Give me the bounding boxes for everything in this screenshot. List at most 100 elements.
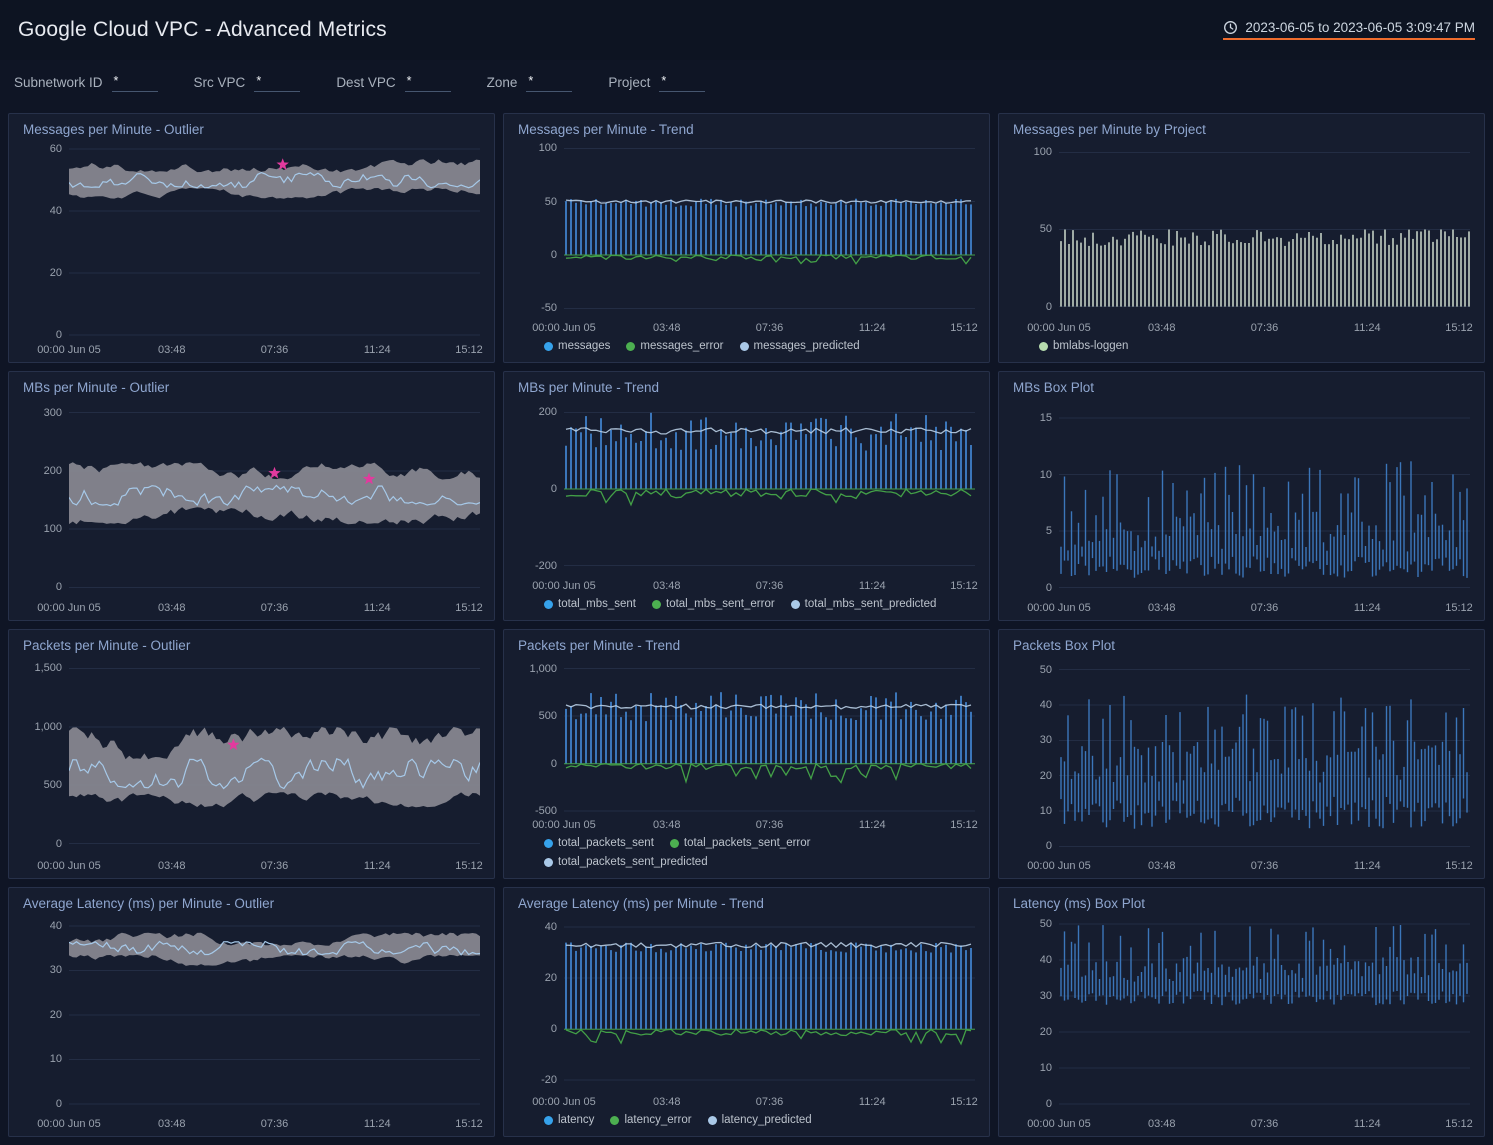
time-range-label: 2023-06-05 to 2023-06-05 3:09:47 PM (1245, 20, 1475, 35)
y-tick-label: 500 (44, 779, 62, 791)
panel-title[interactable]: Packets per Minute - Outlier (23, 637, 480, 655)
legend-item[interactable]: latency_predicted (708, 1111, 812, 1130)
y-tick-label: 0 (551, 758, 557, 770)
chart-canvas[interactable] (69, 143, 480, 341)
legend-item[interactable]: total_mbs_sent (544, 595, 636, 614)
time-range-picker[interactable]: 2023-06-05 to 2023-06-05 3:09:47 PM (1223, 20, 1475, 40)
panel-title[interactable]: Packets Box Plot (1013, 637, 1470, 655)
legend-series-label: total_mbs_sent_error (666, 595, 775, 614)
panel-packets-per-minute-trend: Packets per Minute - Trend -50005001,000… (503, 629, 990, 879)
panel-title[interactable]: Messages per Minute by Project (1013, 121, 1470, 139)
chart-canvas[interactable] (69, 659, 480, 857)
x-tick-label: 15:12 (950, 819, 978, 831)
plot-area[interactable] (69, 143, 480, 341)
panel-title[interactable]: Latency (ms) Box Plot (1013, 895, 1470, 913)
panel-title[interactable]: MBs Box Plot (1013, 379, 1470, 397)
chart-canvas[interactable] (69, 401, 480, 599)
x-tick-label: 00:00 Jun 05 (37, 860, 101, 872)
panel-title[interactable]: Messages per Minute - Outlier (23, 121, 480, 139)
legend-item[interactable]: total_mbs_sent_error (652, 595, 775, 614)
legend-series-label: total_mbs_sent_predicted (805, 595, 937, 614)
x-tick-label: 03:48 (653, 580, 681, 592)
plot-area[interactable] (564, 143, 975, 319)
variable-filter-bar: Subnetwork ID * Src VPC * Dest VPC * Zon… (0, 60, 1493, 105)
x-tick-label: 11:24 (1354, 860, 1381, 872)
y-tick-label: 0 (56, 581, 62, 593)
x-axis: 00:00 Jun 0503:4807:3611:2415:12 (69, 1115, 480, 1132)
x-tick-label: 03:48 (1148, 602, 1176, 614)
legend-series-label: total_mbs_sent (558, 595, 636, 614)
legend: messages messages_error messages_predicted (518, 336, 975, 358)
chart-canvas[interactable] (1059, 917, 1470, 1115)
plot-area[interactable] (564, 659, 975, 816)
legend-item[interactable]: bmlabs-loggen (1039, 337, 1128, 356)
y-axis: -2002040 (518, 917, 564, 1093)
y-tick-label: 50 (1040, 223, 1052, 235)
y-tick-label: 500 (539, 710, 557, 722)
chart-canvas[interactable] (69, 917, 480, 1115)
chart-canvas[interactable] (564, 401, 975, 577)
plot-area[interactable] (69, 401, 480, 599)
project-input[interactable]: * (659, 74, 705, 92)
chart-canvas[interactable] (564, 917, 975, 1093)
x-axis: 00:00 Jun 0503:4807:3611:2415:12 (1059, 1115, 1470, 1132)
panel-title[interactable]: MBs per Minute - Trend (518, 379, 975, 397)
x-tick-label: 00:00 Jun 05 (37, 1118, 101, 1130)
src-vpc-input[interactable]: * (254, 74, 300, 92)
dest-vpc-input[interactable]: * (405, 74, 451, 92)
plot-area[interactable] (1059, 143, 1470, 319)
subnetwork-id-input[interactable]: * (112, 74, 158, 92)
y-tick-label: 40 (50, 920, 62, 932)
legend-item[interactable]: messages_predicted (740, 337, 860, 356)
x-tick-label: 15:12 (950, 1096, 978, 1108)
x-tick-label: 15:12 (950, 580, 978, 592)
filter-label: Dest VPC (336, 75, 395, 92)
legend-item[interactable]: total_mbs_sent_predicted (791, 595, 937, 614)
clock-icon (1223, 20, 1238, 35)
legend-item[interactable]: latency_error (610, 1111, 691, 1130)
chart: 010203040 00:00 Jun 0503:4807:3611:2415:… (23, 917, 480, 1132)
chart-canvas[interactable] (1059, 143, 1470, 319)
chart-canvas[interactable] (564, 143, 975, 319)
x-tick-label: 03:48 (158, 344, 186, 356)
legend-item[interactable]: total_packets_sent_predicted (544, 853, 708, 872)
x-tick-label: 15:12 (1445, 602, 1473, 614)
plot-area[interactable] (69, 917, 480, 1115)
legend-item[interactable]: total_packets_sent (544, 834, 654, 853)
plot-area[interactable] (564, 917, 975, 1093)
chart-canvas[interactable] (564, 659, 975, 816)
chart: 051015 00:00 Jun 0503:4807:3611:2415:12 (1013, 401, 1470, 616)
legend-series-label: latency (558, 1111, 594, 1130)
x-tick-label: 00:00 Jun 05 (37, 602, 101, 614)
chart-canvas[interactable] (1059, 401, 1470, 599)
legend-item[interactable]: messages_error (626, 337, 723, 356)
plot-area[interactable] (1059, 659, 1470, 857)
y-tick-label: 0 (1046, 840, 1052, 852)
panel-title[interactable]: Packets per Minute - Trend (518, 637, 975, 655)
panel-title[interactable]: MBs per Minute - Outlier (23, 379, 480, 397)
panel-grid: Messages per Minute - Outlier 0204060 00… (0, 105, 1493, 1145)
panel-title[interactable]: Average Latency (ms) per Minute - Outlie… (23, 895, 480, 913)
panel-title[interactable]: Messages per Minute - Trend (518, 121, 975, 139)
plot-area[interactable] (69, 659, 480, 857)
chart-canvas[interactable] (1059, 659, 1470, 857)
panel-messages-per-minute-trend: Messages per Minute - Trend -50050100 00… (503, 113, 990, 363)
chart: 01020304050 00:00 Jun 0503:4807:3611:241… (1013, 659, 1470, 874)
plot-area[interactable] (1059, 917, 1470, 1115)
panel-title[interactable]: Average Latency (ms) per Minute - Trend (518, 895, 975, 913)
y-axis: -50005001,000 (518, 659, 564, 816)
chart: -50050100 00:00 Jun 0503:4807:3611:2415:… (518, 143, 975, 336)
zone-input[interactable]: * (526, 74, 572, 92)
y-tick-label: 300 (44, 407, 62, 419)
legend-item[interactable]: messages (544, 337, 610, 356)
panel-average-latency-trend: Average Latency (ms) per Minute - Trend … (503, 887, 990, 1137)
x-tick-label: 03:48 (158, 860, 186, 872)
legend-item[interactable]: latency (544, 1111, 594, 1130)
plot-area[interactable] (564, 401, 975, 577)
x-tick-label: 11:24 (364, 1118, 391, 1130)
x-axis: 00:00 Jun 0503:4807:3611:2415:12 (69, 857, 480, 874)
x-axis: 00:00 Jun 0503:4807:3611:2415:12 (1059, 599, 1470, 616)
plot-area[interactable] (1059, 401, 1470, 599)
y-tick-label: -200 (535, 560, 557, 572)
legend-item[interactable]: total_packets_sent_error (670, 834, 811, 853)
